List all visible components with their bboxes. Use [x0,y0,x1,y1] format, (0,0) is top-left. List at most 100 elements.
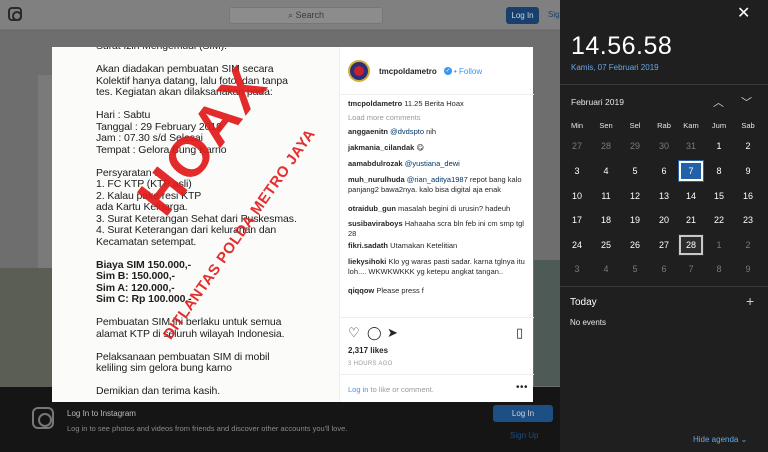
search-input[interactable]: ⌕ Search [229,7,383,24]
calendar-day[interactable]: 22 [706,209,732,231]
more-options-icon[interactable]: ••• [516,382,528,393]
date-link[interactable]: Kamis, 07 Februari 2019 [571,63,659,72]
login-button[interactable]: Log In [506,7,539,24]
comment: qiqqow Please press f [348,286,528,296]
calendar-day[interactable]: 27 [564,135,590,157]
weekday-header: Sen [599,121,613,130]
post-image-text-line: Biaya SIM 150.000,- [96,258,191,271]
calendar-day[interactable]: 10 [564,185,590,207]
calendar-day[interactable]: 3 [564,160,590,182]
bookmark-icon[interactable]: ▯ [516,326,529,339]
calendar-day[interactable]: 23 [735,209,761,231]
follow-button[interactable]: • Follow [454,67,482,76]
calendar-day[interactable]: 5 [622,160,648,182]
comment-user[interactable]: anggaenitn [348,127,388,136]
calendar-day[interactable]: 30 [651,135,677,157]
comment-box: Log in to like or comment. ••• [340,374,534,403]
calendar-day[interactable]: 18 [593,209,619,231]
calendar-day[interactable]: 27 [651,234,677,256]
comment-mention[interactable]: @rian_aditya1987 [407,175,468,184]
calendar-day[interactable]: 12 [622,185,648,207]
comment-mention[interactable]: @dvdspto [390,127,424,136]
hide-agenda-label: Hide agenda [693,435,739,444]
calendar-day[interactable]: 2 [735,135,761,157]
add-event-plus-icon[interactable]: + [746,293,754,309]
calendar-day[interactable]: 6 [651,258,677,280]
instagram-logo-icon[interactable] [8,7,22,21]
comment-user[interactable]: liekysihoki [348,257,386,266]
comment-user[interactable]: fikri.sadath [348,241,388,250]
post-timestamp: 3 HOURS AGO [348,361,393,367]
calendar-day[interactable]: 21 [678,209,704,231]
calendar-day[interactable]: 24 [564,234,590,256]
login-link[interactable]: Log in [348,385,368,394]
comment-user[interactable]: muh_nurulhuda [348,175,405,184]
post-author[interactable]: tmcpoldametro [379,67,437,76]
calendar-day[interactable]: 4 [593,160,619,182]
calendar-day[interactable]: 9 [735,258,761,280]
hide-agenda-link[interactable]: Hide agenda ⌄ [693,435,747,444]
calendar-day[interactable]: 8 [706,258,732,280]
comment-text: masalah begini di urusin? hadeuh [398,204,511,213]
calendar-day[interactable]: 16 [735,185,761,207]
comment-user[interactable]: aamabdulrozak [348,159,403,168]
comment-user[interactable]: susibaviraboys [348,219,403,228]
calendar-day[interactable]: 26 [622,234,648,256]
calendar-day[interactable]: 7 [678,258,704,280]
calendar-day[interactable]: 8 [706,160,732,182]
calendar-day[interactable]: 9 [735,160,761,182]
month-label[interactable]: Februari 2019 [571,97,624,107]
calendar-day[interactable]: 2 [735,234,761,256]
calendar-day[interactable]: 3 [564,258,590,280]
post-image-text-line: Demikian dan terima kasih. [96,385,221,397]
calendar-day[interactable]: 20 [651,209,677,231]
login-banner-subtitle: Log in to see photos and videos from fri… [67,424,348,433]
like-heart-icon[interactable]: ♡ [348,326,361,339]
calendar-day[interactable]: 6 [651,160,677,182]
comment-text: Utamakan Ketelitian [390,241,458,250]
agenda-today-label: Today [570,297,597,308]
likes-count[interactable]: 2,317 likes [348,346,388,355]
caption-user[interactable]: tmcpoldametro [348,99,402,108]
calendar-day[interactable]: 28 [593,135,619,157]
calendar-day[interactable]: 25 [593,234,619,256]
calendar-day[interactable]: 15 [706,185,732,207]
post-image-text-line: Sim C: Rp 100.000,- [96,293,192,305]
calendar-day[interactable]: 1 [706,234,732,256]
comment-text: Please press f [376,286,424,295]
comment-user[interactable]: otraidub_gun [348,204,396,213]
calendar-day[interactable]: 5 [622,258,648,280]
post-image[interactable]: Surat Izin Mengemudi (SIM).Akan diadakan… [52,47,339,402]
calendar-day[interactable]: 17 [564,209,590,231]
comment: muh_nurulhuda @rian_aditya1987 repot ban… [348,175,528,195]
login-to-comment: Log in to like or comment. [348,385,434,394]
follow-label: Follow [459,67,483,76]
comment-user[interactable]: jakmania_cilandak [348,143,414,152]
close-icon[interactable]: ✕ [737,3,750,23]
avatar[interactable] [348,60,370,82]
comment-user[interactable]: qiqqow [348,286,374,295]
comment-mention[interactable]: @yustiana_dewi [405,159,460,168]
calendar-day[interactable]: 19 [622,209,648,231]
calendar-day[interactable]: 7 [678,160,704,182]
load-more-comments-button[interactable]: Load more comments [348,113,421,122]
calendar-day[interactable]: 11 [593,185,619,207]
post-image-text-line: 3. Surat Keterangan Sehat dari Puskesmas… [96,212,297,225]
calendar-day[interactable]: 28 [678,234,704,256]
previous-month-chevron-up-icon[interactable]: ︿ [713,94,724,110]
calendar-day[interactable]: 1 [706,135,732,157]
comment-bubble-icon[interactable]: ◯ [367,326,382,339]
post-image-text-line: Pelaksanaan pembuatan SIM di mobil [96,350,270,363]
calendar-day[interactable]: 14 [678,185,704,207]
signup-banner-link[interactable]: Sign Up [510,431,538,440]
post-image-text-line: alamat KTP di seluruh wilayah Indonesia. [96,327,285,340]
calendar-day[interactable]: 31 [678,135,704,157]
calendar-day[interactable]: 29 [622,135,648,157]
calendar-day[interactable]: 4 [593,258,619,280]
share-icon[interactable]: ➤ [387,326,400,339]
post-image-text-line: Sim A: 120.000,- [96,281,175,294]
post-image-text-line: Sim B: 150.000,- [96,270,175,282]
next-month-chevron-down-icon[interactable]: ﹀ [741,94,752,110]
calendar-day[interactable]: 13 [651,185,677,207]
login-banner-button[interactable]: Log In [493,405,553,422]
